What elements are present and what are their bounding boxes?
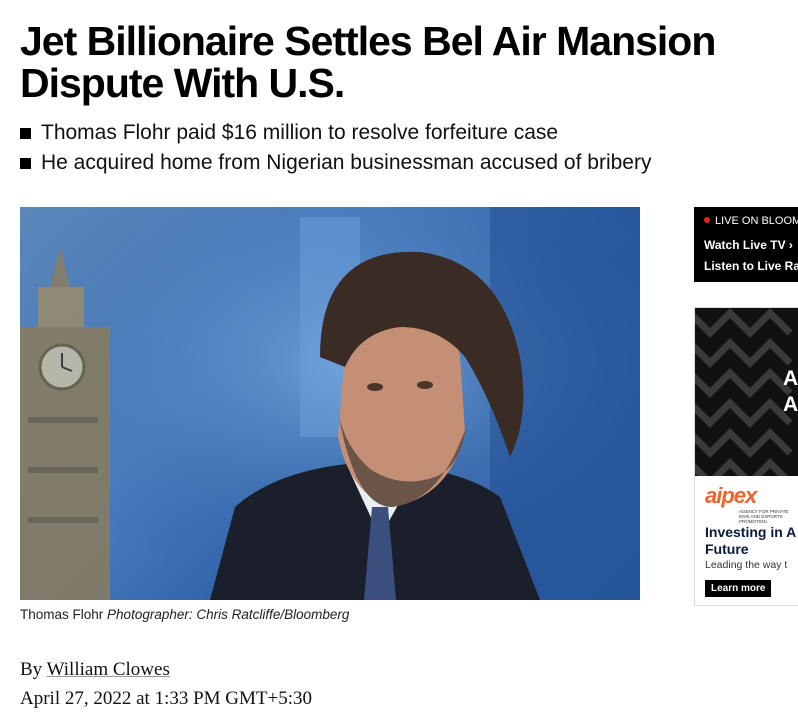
listen-live-radio-link[interactable]: Listen to Live Ra [704, 259, 798, 273]
ad-logo: aipex [705, 483, 757, 508]
live-tv-widget: LIVE ON BLOOM Watch Live TV › Listen to … [694, 207, 798, 282]
ad-subtitle: Leading the way t [705, 559, 788, 571]
bullet-square-icon [20, 158, 31, 169]
live-label: LIVE ON BLOOM [715, 215, 798, 227]
author-link[interactable]: William Clowes [47, 659, 170, 680]
byline-prefix: By [20, 659, 43, 680]
summary-bullet-text: Thomas Flohr paid $16 million to resolve… [41, 121, 559, 144]
learn-more-button[interactable]: Learn more [705, 580, 772, 597]
caption-subject: Thomas Flohr [20, 607, 104, 622]
summary-bullet-text: He acquired home from Nigerian businessm… [41, 151, 652, 174]
summary-bullet: Thomas Flohr paid $16 million to resolve… [20, 118, 651, 148]
summary-bullet: He acquired home from Nigerian businessm… [20, 148, 651, 178]
photo-caption: Thomas Flohr Photographer: Chris Ratclif… [20, 607, 349, 622]
ad-artwork: A A [695, 308, 798, 476]
caption-credit: Photographer: Chris Ratcliffe/Bloomberg [107, 607, 350, 622]
watch-live-tv-link[interactable]: Watch Live TV › [704, 238, 793, 252]
watch-live-tv-label: Watch Live TV [704, 238, 786, 252]
ad-logo-subtitle: AGENCY FOR PRIVATE INVE AND EXPORTS PROM… [739, 509, 789, 524]
photo-illustration [20, 207, 640, 600]
chevron-right-icon: › [788, 238, 793, 252]
publish-date: April 27, 2022 at 1:33 PM GMT+5:30 [20, 688, 313, 709]
byline: By William Clowes [20, 659, 170, 681]
live-dot-icon [704, 217, 710, 223]
summary-bullets: Thomas Flohr paid $16 million to resolve… [20, 118, 651, 178]
bullet-square-icon [20, 128, 31, 139]
article-photo [20, 207, 640, 600]
sidebar-ad[interactable]: A A aipex AGENCY FOR PRIVATE INVE AND EX… [694, 307, 798, 606]
article-headline: Jet Billionaire Settles Bel Air Mansion … [20, 18, 716, 106]
ad-title: Investing in A Future [705, 524, 797, 557]
live-indicator: LIVE ON BLOOM [704, 215, 798, 227]
ad-big-text: A A [783, 367, 798, 416]
